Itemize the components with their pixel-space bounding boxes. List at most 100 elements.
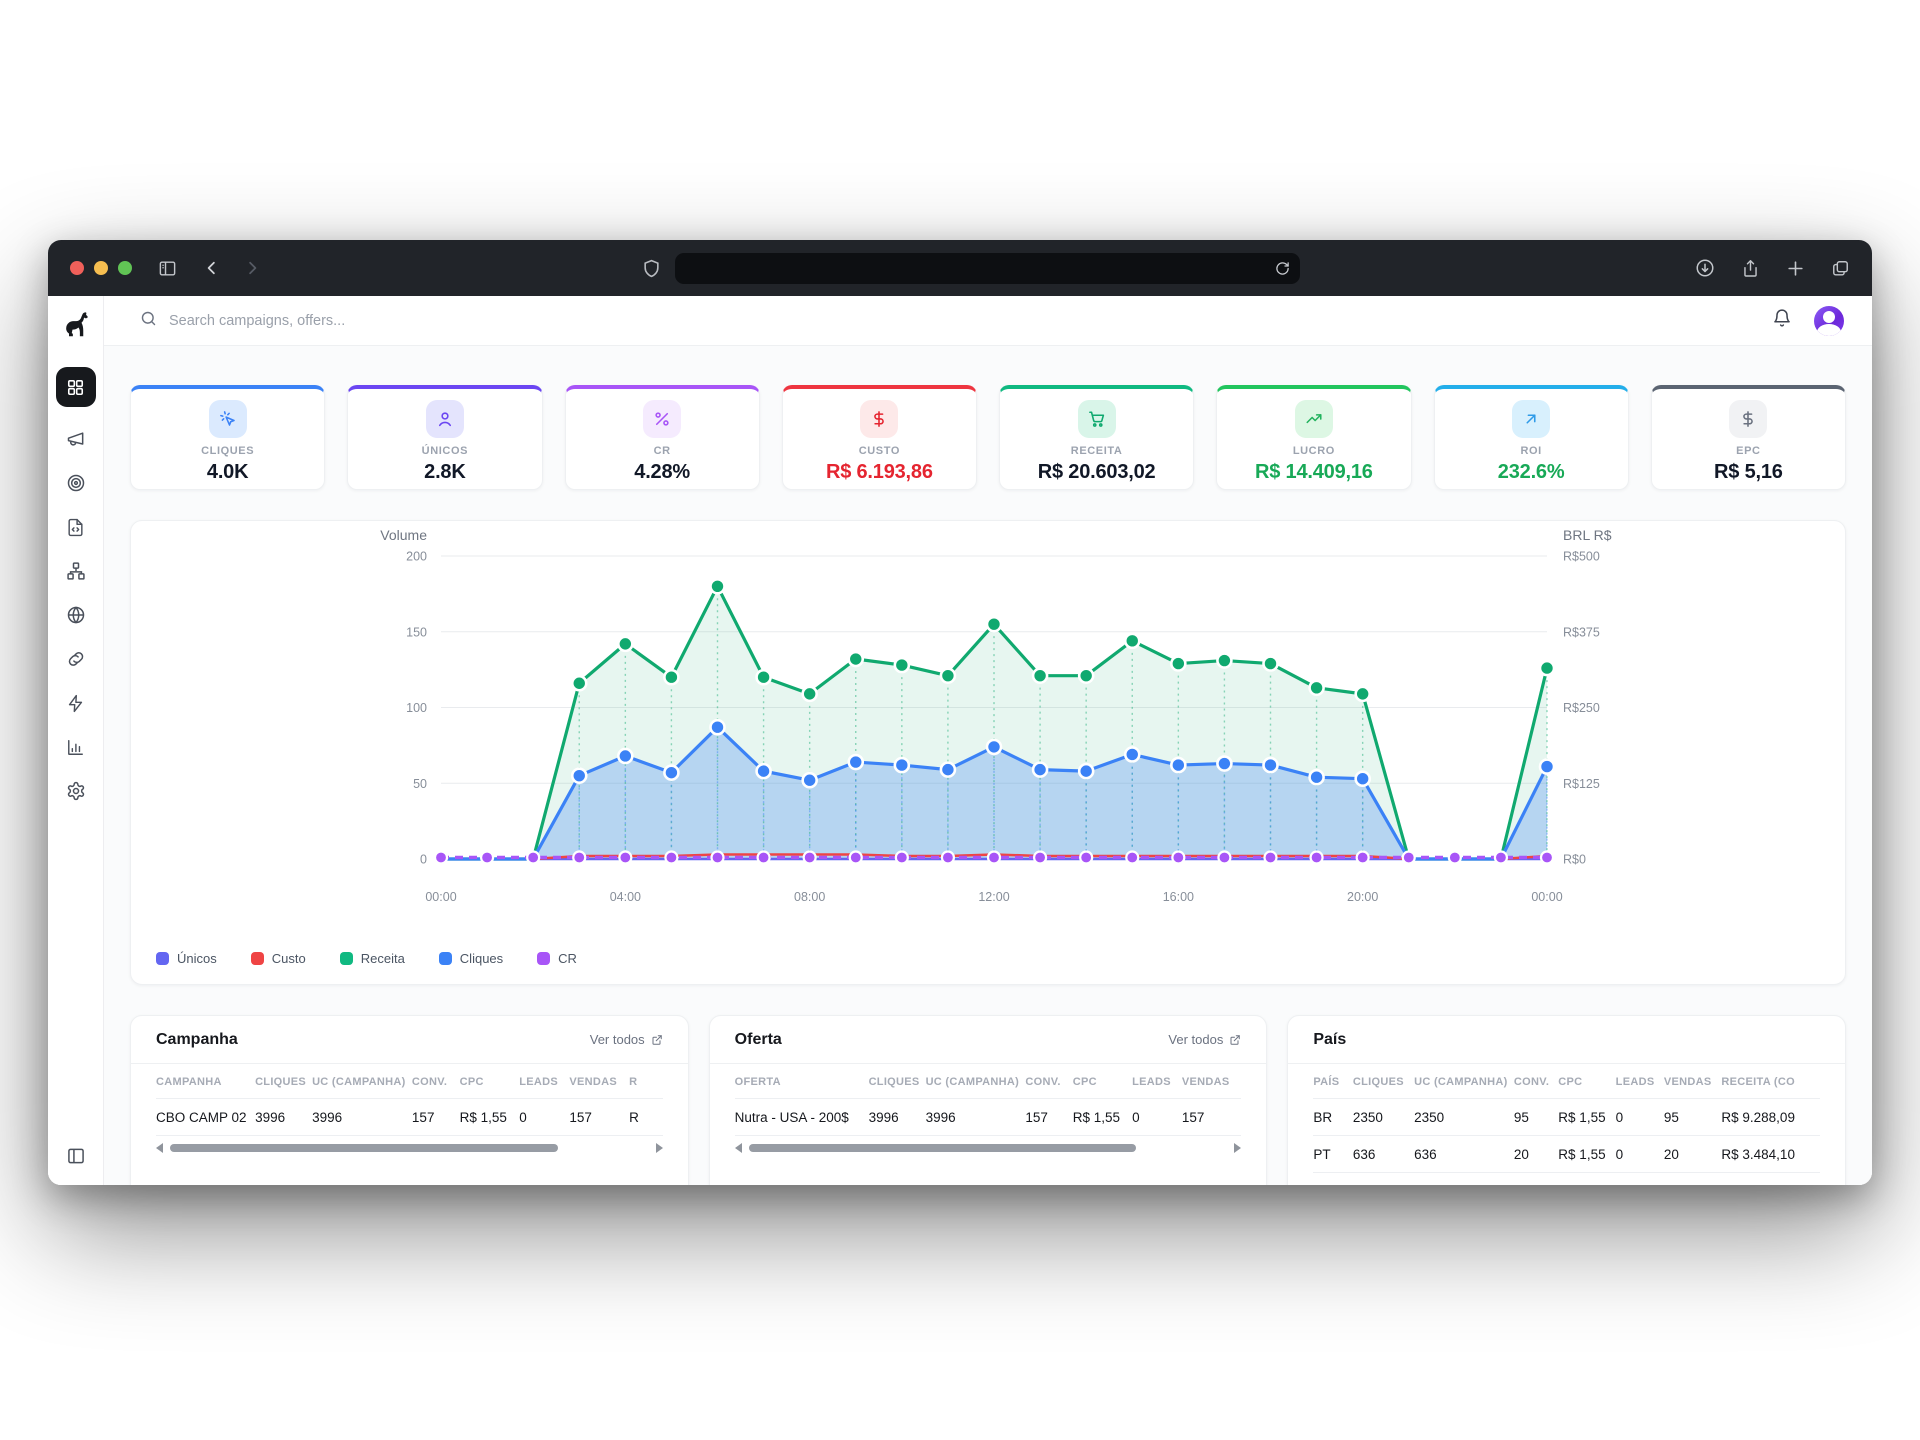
table-cell: 157 [412,1099,460,1136]
scroll-right-arrow[interactable] [1234,1143,1241,1153]
sidebar-item-campaigns[interactable] [56,419,96,459]
kpi-card-cr: CR4.28% [565,385,760,490]
table-card-pais: PaísPAÍSCLIQUESUC (CAMPANHA)CONV.CPCLEAD… [1287,1015,1846,1185]
table-cell: R$ 1,55 [1558,1099,1615,1136]
svg-text:08:00: 08:00 [794,890,825,904]
table-row[interactable]: PT63663620R$ 1,55020R$ 3.484,10 [1313,1136,1820,1173]
sidebar-item-settings[interactable] [56,771,96,811]
legend-item-custo[interactable]: Custo [251,951,306,966]
table-cell: 95 [1664,1099,1722,1136]
scrollbar-thumb[interactable] [749,1144,1137,1152]
table-cell: Nutra - USA - 200$ [735,1099,869,1136]
sidebar-item-dashboard[interactable] [56,367,96,407]
downloads-icon[interactable] [1695,258,1715,278]
table-card-oferta: Oferta Ver todos OFERTACLIQUESUC (CAMPANHA… [709,1015,1268,1185]
sidebar-item-automation[interactable] [56,683,96,723]
legend-item-cr[interactable]: CR [537,951,577,966]
table-cell: R [629,1099,663,1136]
table-title: Oferta [735,1031,782,1049]
svg-text:00:00: 00:00 [1531,890,1562,904]
kpi-label: CLIQUES [131,445,324,457]
svg-text:100: 100 [406,701,427,715]
legend-item-cliques[interactable]: Cliques [439,951,503,966]
minimize-window-button[interactable] [94,261,108,275]
privacy-shield-icon[interactable] [642,259,661,278]
legend-item-receita[interactable]: Receita [340,951,405,966]
sidebar-item-landers[interactable] [56,507,96,547]
column-header: CONV. [1025,1064,1072,1099]
global-search[interactable] [140,310,1772,332]
table-row[interactable]: Nutra - USA - 200$39963996157R$ 1,550157 [735,1099,1242,1136]
scrollbar-thumb[interactable] [170,1144,558,1152]
browser-window: CLIQUES4.0KÚNICOS2.8KCR4.28%CUSTOR$ 6.19… [48,240,1872,1185]
tab-overview-icon[interactable] [1831,259,1850,278]
notifications-bell-icon[interactable] [1772,308,1792,333]
svg-text:R$375: R$375 [1563,625,1600,639]
horizontal-scrollbar[interactable] [156,1143,663,1153]
kpi-card-lucro: LUCROR$ 14.409,16 [1216,385,1411,490]
svg-text:200: 200 [406,550,427,564]
table-scroll-area[interactable]: CAMPANHACLIQUESUC (CAMPANHA)CONV.CPCLEAD… [131,1064,688,1136]
kpi-label: RECEITA [1000,445,1193,457]
desktop-background: CLIQUES4.0KÚNICOS2.8KCR4.28%CUSTOR$ 6.19… [0,0,1920,1440]
svg-text:0: 0 [420,853,427,867]
kpi-card-cliques: CLIQUES4.0K [130,385,325,490]
table-scroll-area[interactable]: PAÍSCLIQUESUC (CAMPANHA)CONV.CPCLEADSVEN… [1288,1064,1845,1173]
kpi-value: R$ 14.409,16 [1217,461,1410,484]
new-tab-icon[interactable] [1786,259,1805,278]
collapse-sidebar-icon[interactable] [66,1146,86,1171]
address-bar[interactable] [675,253,1300,284]
scrollbar-track[interactable] [749,1144,1228,1152]
horizontal-scrollbar[interactable] [735,1143,1242,1153]
back-button-icon[interactable] [203,259,221,277]
scrollbar-track[interactable] [170,1144,649,1152]
scroll-left-arrow[interactable] [156,1143,163,1153]
share-icon[interactable] [1741,259,1760,278]
kpi-label: ROI [1435,445,1628,457]
zoom-window-button[interactable] [118,261,132,275]
search-input[interactable] [169,313,589,329]
trending-up-icon [1305,410,1323,428]
ver-todos-link[interactable]: Ver todos [1168,1032,1241,1047]
cursor-click-icon [219,410,237,428]
column-header: OFERTA [735,1064,869,1099]
reload-icon[interactable] [1275,261,1290,276]
sidebar-item-links[interactable] [56,639,96,679]
svg-text:150: 150 [406,625,427,639]
table-cell: R$ 1,55 [460,1099,520,1136]
svg-text:R$0: R$0 [1563,853,1586,867]
address-bar-input[interactable] [685,261,1275,276]
table-scroll-area[interactable]: OFERTACLIQUESUC (CAMPANHA)CONV.CPCLEADSV… [710,1064,1267,1136]
legend-item-únicos[interactable]: Únicos [156,951,217,966]
svg-text:20:00: 20:00 [1347,890,1378,904]
table-cell: 0 [1132,1099,1182,1136]
forward-button-icon[interactable] [243,259,261,277]
table-title: Campanha [156,1031,238,1049]
table-cell: 157 [1025,1099,1072,1136]
content-column: CLIQUES4.0KÚNICOS2.8KCR4.28%CUSTOR$ 6.19… [104,296,1872,1185]
close-window-button[interactable] [70,261,84,275]
ver-todos-link[interactable]: Ver todos [590,1032,663,1047]
dashboard-main: CLIQUES4.0KÚNICOS2.8KCR4.28%CUSTOR$ 6.19… [104,346,1872,1185]
sidebar-item-offers[interactable] [56,463,96,503]
kpi-card-únicos: ÚNICOS2.8K [347,385,542,490]
column-header: CPC [1073,1064,1132,1099]
table-row[interactable]: BR2350235095R$ 1,55095R$ 9.288,09 [1313,1099,1820,1136]
sidebar-item-funnels[interactable] [56,551,96,591]
legend-label: Cliques [460,951,503,966]
browser-titlebar [48,240,1872,296]
kpi-card-roi: ROI232.6% [1434,385,1629,490]
kpi-card-epc: EPCR$ 5,16 [1651,385,1846,490]
column-header: CLIQUES [1353,1064,1414,1099]
scroll-right-arrow[interactable] [656,1143,663,1153]
kpi-cards-row: CLIQUES4.0KÚNICOS2.8KCR4.28%CUSTOR$ 6.19… [130,385,1846,490]
traffic-chart: 200R$500150R$375100R$25050R$1250R$0Volum… [131,521,1846,985]
dog-logo-icon[interactable] [61,310,91,345]
sidebar-item-domains[interactable] [56,595,96,635]
user-avatar[interactable] [1814,306,1844,336]
dollar-icon [1739,410,1757,428]
table-row[interactable]: CBO CAMP 0239963996157R$ 1,550157R [156,1099,663,1136]
sidebar-item-reports[interactable] [56,727,96,767]
scroll-left-arrow[interactable] [735,1143,742,1153]
browser-sidebar-toggle-icon[interactable] [158,259,177,278]
